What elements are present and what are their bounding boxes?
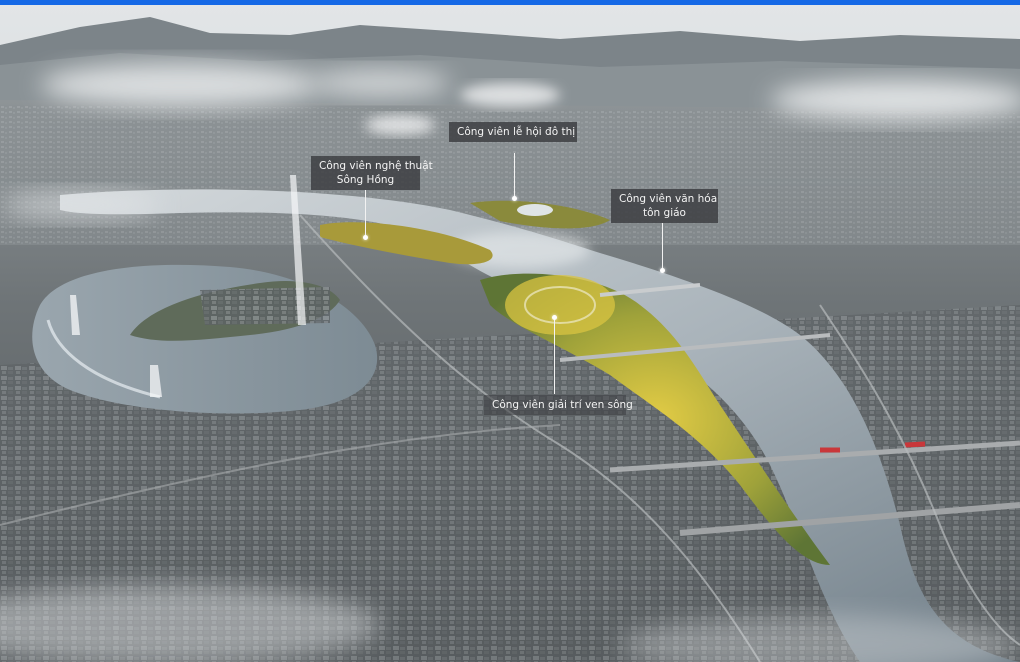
callout-marker [512,196,517,201]
callout-label: Công viên lễ hội đô thị [457,126,576,138]
callout-leader-line [365,190,366,238]
callout-leader-line [662,223,663,271]
callout-label-line2: tôn giáo [643,207,686,219]
callout-marker [363,235,368,240]
callout-culture-religion-park: Công viên văn hóa tôn giáo [611,189,718,223]
callout-marker [552,315,557,320]
callout-urban-festival-park: Công viên lễ hội đô thị [449,122,577,142]
callout-label-line1: Công viên nghệ thuật [319,160,433,172]
callout-label-line1: Công viên văn hóa [619,193,718,205]
callout-label: Công viên giải trí ven sông [492,399,633,411]
aerial-city-render [0,5,1020,662]
callout-riverside-entertainment-park: Công viên giải trí ven sông [484,395,633,415]
callout-leader-line [514,153,515,199]
callout-leader-line [554,318,555,394]
callout-red-river-art-park: Công viên nghệ thuật Sông Hồng [311,156,433,190]
callout-marker [660,268,665,273]
callout-label-line2: Sông Hồng [336,174,395,186]
